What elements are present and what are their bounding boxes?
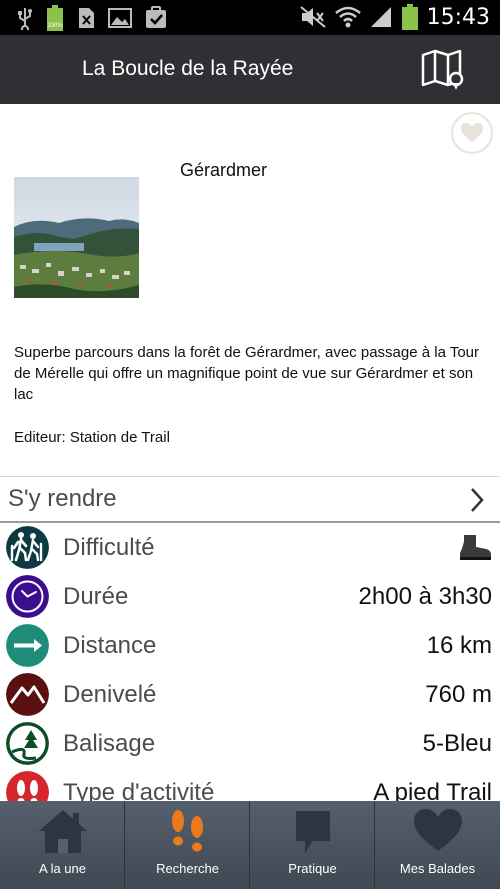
signal-icon xyxy=(370,7,391,27)
attribute-label: Difficulté xyxy=(63,534,155,561)
favorite-button[interactable] xyxy=(451,112,493,154)
attribute-row-activity-type: Type d'activité A pied Trail xyxy=(0,768,500,801)
nav-label: Recherche xyxy=(156,861,219,876)
footprints-icon xyxy=(172,810,203,852)
status-right-icons: 15:43 xyxy=(299,4,490,30)
place-name: Gérardmer xyxy=(180,160,268,180)
status-bar: 100% 15:43 xyxy=(0,0,500,35)
attribute-label: Durée xyxy=(63,583,129,610)
bookmark-icon xyxy=(296,811,330,853)
nav-label: A la une xyxy=(39,861,86,876)
trail-marker-icon xyxy=(6,722,49,765)
attribute-value: 760 m xyxy=(425,681,492,708)
attribute-value: 5-Bleu xyxy=(422,730,492,757)
task-icon xyxy=(146,6,166,28)
usb-icon xyxy=(18,8,32,30)
attribute-row-difficulty: Difficulté xyxy=(0,523,500,572)
wifi-icon xyxy=(334,6,361,28)
attribute-row-trail-marking: Balisage 5-Bleu xyxy=(0,719,500,768)
trail-photo xyxy=(14,177,139,298)
bottom-navigation: A la une Recherche Pratique Mes Balades xyxy=(0,801,500,889)
attribute-row-distance: Distance 16 km xyxy=(0,621,500,670)
get-there-row[interactable]: S'y rendre xyxy=(0,476,500,523)
attribute-row-duration: Durée 2h00 à 3h30 xyxy=(0,572,500,621)
map-icon xyxy=(421,49,464,90)
mute-icon xyxy=(299,6,326,28)
boot-icon xyxy=(460,535,491,560)
nav-item-home[interactable]: A la une xyxy=(0,801,125,889)
battery-icon xyxy=(401,4,418,30)
attribute-row-elevation: Denivelé 760 m xyxy=(0,670,500,719)
hikers-icon xyxy=(6,526,49,569)
footprints-icon xyxy=(6,771,49,801)
attributes-list: Difficulté Durée 2h00 à 3h30 Distance 16… xyxy=(0,523,500,801)
nav-item-my-walks[interactable]: Mes Balades xyxy=(375,801,500,889)
clock-icon xyxy=(6,575,49,618)
battery-percent: 100% xyxy=(47,23,63,29)
image-icon xyxy=(108,8,132,28)
chevron-right-icon xyxy=(471,488,484,512)
attribute-label: Type d'activité xyxy=(63,779,215,801)
no-sim-icon xyxy=(79,8,94,28)
detail-content: Gérardmer Superbe parcours dans la forêt… xyxy=(0,104,500,801)
map-button[interactable] xyxy=(420,49,466,91)
heart-icon xyxy=(461,123,483,142)
clock-time: 15:43 xyxy=(426,4,490,30)
status-left-icons: 100% xyxy=(16,5,168,31)
nav-label: Pratique xyxy=(288,861,337,876)
arrow-right-icon xyxy=(6,624,49,667)
nav-label: Mes Balades xyxy=(399,861,476,876)
description-text: Superbe parcours dans la forêt de Gérard… xyxy=(14,344,479,403)
attribute-value: A pied Trail xyxy=(373,779,492,801)
editor-text: Editeur: Station de Trail xyxy=(14,429,170,446)
attribute-value: 2h00 à 3h30 xyxy=(358,583,492,610)
mountain-icon xyxy=(6,673,49,716)
page-title: La Boucle de la Rayée xyxy=(82,57,294,80)
screen: 100% 15:43 La Boucle de la Rayée Gérardm… xyxy=(0,0,500,889)
get-there-label: S'y rendre xyxy=(8,485,117,512)
attribute-label: Balisage xyxy=(63,730,156,757)
home-icon xyxy=(39,810,87,853)
attribute-value: 16 km xyxy=(426,632,492,659)
battery-icon: 100% xyxy=(47,5,63,31)
attribute-label: Distance xyxy=(63,632,157,659)
app-bar: La Boucle de la Rayée xyxy=(0,35,500,104)
nav-item-practical[interactable]: Pratique xyxy=(250,801,375,889)
heart-icon xyxy=(414,809,462,851)
nav-item-search[interactable]: Recherche xyxy=(125,801,250,889)
attribute-label: Denivelé xyxy=(63,681,157,708)
